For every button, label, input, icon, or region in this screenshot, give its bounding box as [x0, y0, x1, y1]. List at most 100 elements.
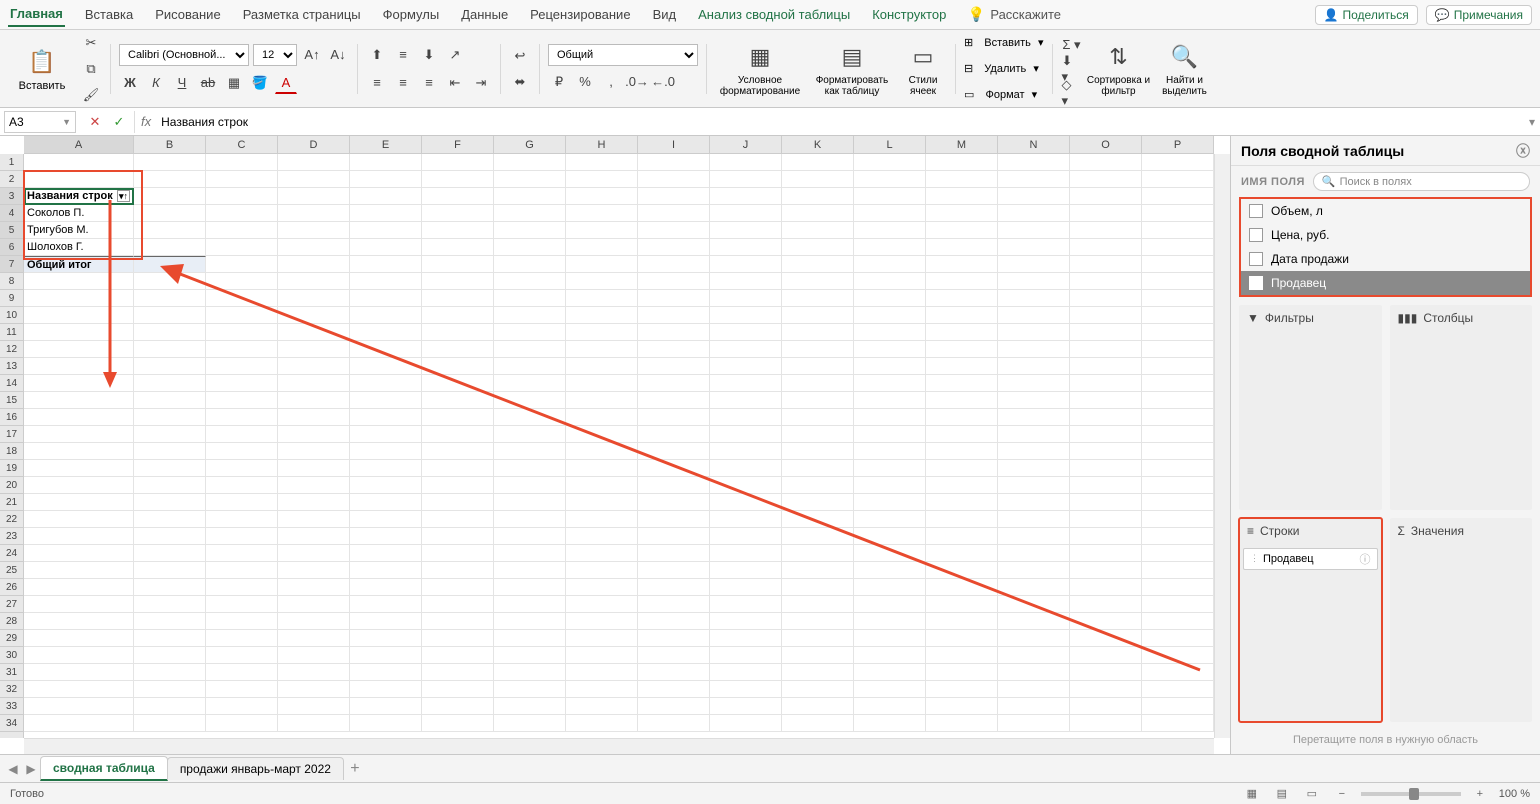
row-header[interactable]: 10 — [0, 307, 23, 324]
sheet-nav-prev[interactable]: ◀ — [4, 760, 22, 778]
cell[interactable] — [134, 290, 206, 307]
cell[interactable] — [854, 188, 926, 205]
cell[interactable] — [1142, 715, 1214, 732]
cell[interactable] — [926, 205, 998, 222]
cell[interactable] — [710, 154, 782, 171]
row-header[interactable]: 32 — [0, 681, 23, 698]
cell[interactable] — [710, 528, 782, 545]
cell[interactable] — [710, 290, 782, 307]
cell[interactable] — [494, 154, 566, 171]
cell[interactable] — [710, 239, 782, 256]
cell[interactable] — [350, 596, 422, 613]
cell[interactable] — [998, 562, 1070, 579]
cell[interactable] — [566, 494, 638, 511]
cancel-formula-button[interactable]: ✕ — [84, 111, 106, 133]
cell[interactable] — [638, 205, 710, 222]
spreadsheet-grid[interactable]: ABCDEFGHIJKLMNOP 12345678910111213141516… — [0, 136, 1230, 754]
row-headers[interactable]: 1234567891011121314151617181920212223242… — [0, 154, 24, 738]
cell[interactable] — [494, 341, 566, 358]
cell[interactable] — [854, 154, 926, 171]
cell[interactable] — [926, 443, 998, 460]
align-bottom-button[interactable]: ⬇ — [418, 44, 440, 66]
cell[interactable] — [854, 171, 926, 188]
tab-view[interactable]: Вид — [651, 3, 679, 26]
cell[interactable] — [1070, 630, 1142, 647]
checkbox[interactable] — [1249, 228, 1263, 242]
cell[interactable] — [566, 307, 638, 324]
expand-formula-bar[interactable]: ▾ — [1524, 115, 1540, 129]
cell[interactable] — [854, 460, 926, 477]
cell[interactable] — [350, 375, 422, 392]
cell[interactable] — [24, 698, 134, 715]
row-header[interactable]: 3 — [0, 188, 23, 205]
cell[interactable] — [134, 205, 206, 222]
cell[interactable] — [1070, 528, 1142, 545]
cell[interactable] — [1142, 460, 1214, 477]
cell[interactable] — [638, 222, 710, 239]
cell[interactable] — [134, 239, 206, 256]
cell[interactable] — [350, 171, 422, 188]
cell[interactable] — [206, 205, 278, 222]
cell[interactable] — [854, 290, 926, 307]
cell[interactable] — [350, 341, 422, 358]
cell[interactable] — [24, 375, 134, 392]
cell[interactable] — [206, 528, 278, 545]
cell[interactable] — [134, 579, 206, 596]
cell[interactable] — [710, 307, 782, 324]
columns-area[interactable]: ▮▮▮Столбцы — [1390, 305, 1533, 510]
cell[interactable] — [134, 511, 206, 528]
font-color-button[interactable]: A — [275, 72, 297, 94]
row-header[interactable]: 7 — [0, 256, 23, 273]
cell[interactable] — [926, 579, 998, 596]
cell[interactable] — [638, 256, 710, 273]
column-header[interactable]: I — [638, 136, 710, 153]
cell[interactable] — [926, 426, 998, 443]
cell[interactable] — [926, 341, 998, 358]
cell[interactable] — [926, 290, 998, 307]
cell[interactable] — [1070, 579, 1142, 596]
sheet-tab-active[interactable]: сводная таблица — [40, 756, 168, 781]
row-header[interactable]: 1 — [0, 154, 23, 171]
cell[interactable] — [206, 715, 278, 732]
cell[interactable] — [494, 681, 566, 698]
cell[interactable] — [638, 188, 710, 205]
align-top-button[interactable]: ⬆ — [366, 44, 388, 66]
decrease-decimal-button[interactable]: ←.0 — [652, 71, 674, 93]
cell[interactable] — [494, 494, 566, 511]
cell[interactable] — [422, 698, 494, 715]
cell[interactable] — [998, 698, 1070, 715]
cell[interactable] — [998, 375, 1070, 392]
formula-input[interactable]: Названия строк — [157, 115, 1524, 129]
row-header[interactable]: 34 — [0, 715, 23, 732]
cell[interactable] — [350, 579, 422, 596]
cell[interactable] — [422, 613, 494, 630]
cells-area[interactable]: Названия строк▾↑Соколов П.Тригубов М.Шол… — [24, 154, 1214, 738]
cell[interactable] — [24, 341, 134, 358]
cell[interactable] — [24, 477, 134, 494]
cell[interactable] — [1142, 375, 1214, 392]
cell[interactable] — [350, 562, 422, 579]
cell[interactable] — [710, 613, 782, 630]
cell[interactable] — [1070, 239, 1142, 256]
cell[interactable] — [710, 358, 782, 375]
cell[interactable] — [926, 392, 998, 409]
format-as-table-button[interactable]: ▤ Форматировать как таблицу — [809, 41, 895, 97]
cell[interactable] — [350, 256, 422, 273]
cell[interactable] — [1070, 698, 1142, 715]
cell[interactable] — [350, 324, 422, 341]
cell[interactable] — [638, 681, 710, 698]
cell[interactable] — [854, 579, 926, 596]
cell[interactable] — [710, 630, 782, 647]
cell[interactable] — [998, 545, 1070, 562]
cell[interactable] — [1070, 426, 1142, 443]
fill-color-button[interactable]: 🪣 — [249, 72, 271, 94]
cell[interactable] — [494, 273, 566, 290]
cell[interactable] — [998, 511, 1070, 528]
cell[interactable] — [206, 171, 278, 188]
cell[interactable] — [782, 188, 854, 205]
cell[interactable] — [854, 256, 926, 273]
cell[interactable] — [206, 188, 278, 205]
cell[interactable] — [638, 579, 710, 596]
cell[interactable] — [350, 392, 422, 409]
cell[interactable] — [782, 324, 854, 341]
